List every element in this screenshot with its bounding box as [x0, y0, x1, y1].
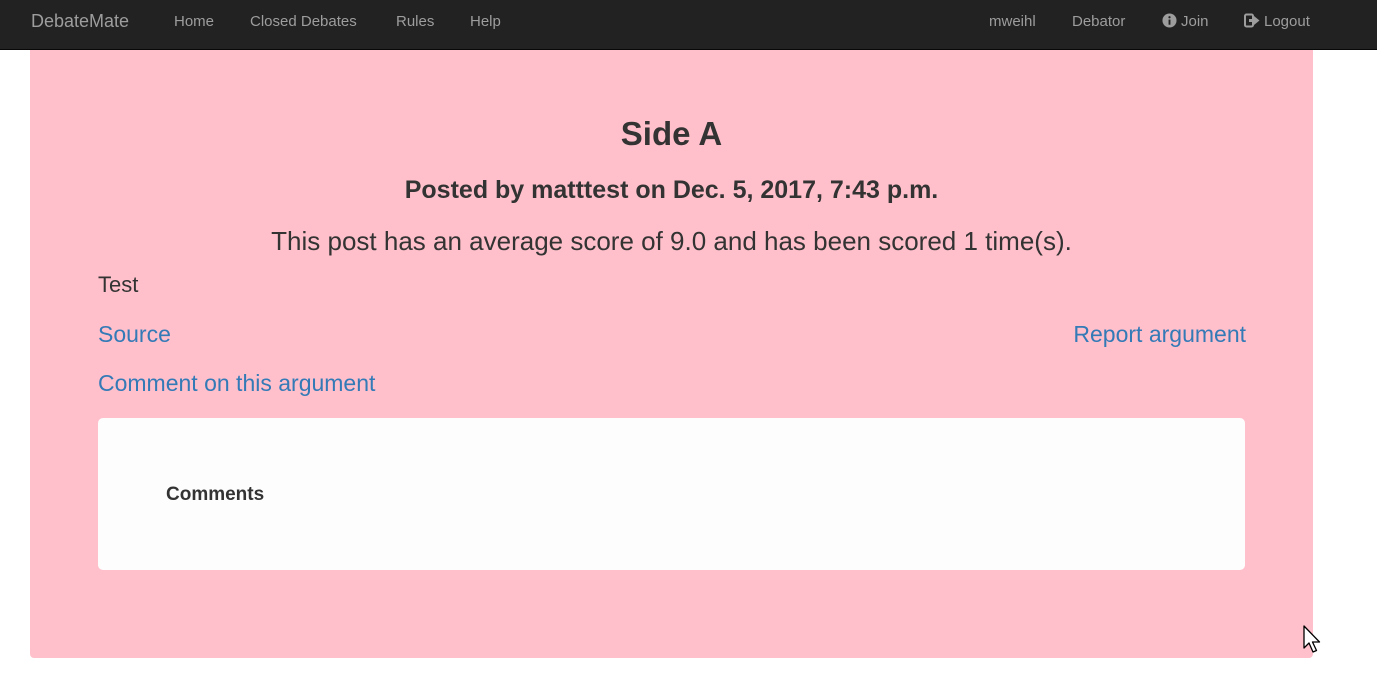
comments-section: Comments — [98, 418, 1245, 570]
nav-username[interactable]: mweihl — [989, 13, 1036, 31]
top-navbar: DebateMate Home Closed Debates Rules Hel… — [0, 0, 1377, 50]
nav-logout[interactable]: Logout — [1244, 13, 1310, 33]
comments-heading: Comments — [166, 484, 265, 505]
side-title: Side A — [620, 115, 723, 152]
mouse-pointer-icon — [1303, 625, 1323, 655]
info-circle-icon — [1162, 13, 1177, 33]
nav-closed-debates[interactable]: Closed Debates — [250, 13, 357, 31]
comment-on-argument-link[interactable]: Comment on this argument — [98, 370, 375, 396]
nav-role[interactable]: Debator — [1072, 13, 1125, 31]
nav-join[interactable]: Join — [1162, 13, 1209, 33]
argument-body: Test — [98, 272, 139, 297]
nav-logout-label: Logout — [1264, 13, 1310, 30]
nav-help[interactable]: Help — [470, 13, 501, 31]
nav-rules[interactable]: Rules — [396, 13, 434, 31]
nav-join-label: Join — [1181, 13, 1209, 30]
argument-panel: Side A Posted by matttest on Dec. 5, 201… — [30, 50, 1313, 658]
nav-home[interactable]: Home — [174, 13, 214, 31]
posted-by-line: Posted by matttest on Dec. 5, 2017, 7:43… — [404, 176, 939, 204]
source-link[interactable]: Source — [98, 321, 171, 347]
score-summary: This post has an average score of 9.0 an… — [271, 226, 1072, 256]
report-argument-link[interactable]: Report argument — [1073, 321, 1246, 347]
brand-link[interactable]: DebateMate — [31, 11, 129, 31]
logout-icon — [1244, 13, 1260, 33]
